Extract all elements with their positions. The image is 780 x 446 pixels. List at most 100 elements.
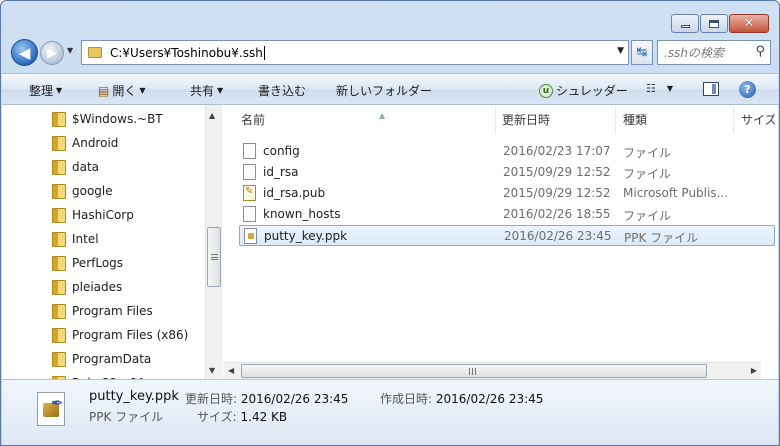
forward-arrow-icon: ▶: [47, 45, 57, 61]
maximize-button[interactable]: [700, 14, 728, 33]
column-header-size[interactable]: サイズ: [741, 111, 775, 131]
column-header-date[interactable]: 更新日時: [502, 111, 550, 131]
tree-item[interactable]: google: [52, 180, 113, 202]
help-button[interactable]: ?: [739, 81, 756, 98]
file-date: 2016/02/26 18:55: [503, 207, 611, 221]
file-type: ファイル: [623, 209, 672, 223]
search-placeholder: .sshの検索: [664, 46, 724, 60]
folder-icon: [52, 255, 66, 271]
address-dropdown-icon[interactable]: ▼: [617, 46, 624, 56]
tree-item[interactable]: Intel: [52, 228, 99, 250]
blank-file-icon: [243, 206, 256, 222]
file-type: PPK ファイル: [624, 231, 699, 245]
preview-pane-button[interactable]: [703, 82, 719, 96]
burn-button[interactable]: 書き込む: [258, 82, 306, 99]
details-modified: 更新日時: 2016/02/26 23:45: [185, 390, 348, 407]
file-row[interactable]: id_rsa 2015/09/29 12:52 ファイル: [239, 162, 775, 183]
blank-file-icon: [243, 164, 256, 180]
file-row[interactable]: putty_key.ppk 2016/02/26 23:45 PPK ファイル: [239, 225, 775, 246]
folder-icon: [88, 47, 102, 58]
caption-buttons: ✕: [671, 14, 769, 33]
file-date: 2016/02/23 17:07: [503, 144, 611, 158]
folder-icon: [52, 351, 66, 367]
tree-item[interactable]: ProgramData: [52, 348, 151, 370]
address-bar[interactable]: C:¥Users¥Toshinobu¥.ssh ▼: [81, 40, 629, 65]
file-row[interactable]: id_rsa.pub 2015/09/29 12:52 Microsoft Publ…: [239, 183, 775, 204]
file-row[interactable]: known_hosts 2016/02/26 18:55 ファイル: [239, 204, 775, 225]
blank-file-icon: [243, 143, 256, 159]
shredder-button[interactable]: u シュレッダー: [539, 82, 628, 99]
details-pane: putty_key.ppk PPK ファイル 更新日時: 2016/02/26 …: [2, 379, 778, 445]
search-icon[interactable]: ⚲: [755, 44, 765, 59]
tree-item-label: google: [72, 184, 113, 198]
tree-item-label: data: [72, 160, 100, 174]
sort-ascending-icon: ▲: [379, 111, 386, 120]
maximize-icon: [709, 19, 719, 28]
search-box[interactable]: .sshの検索 ⚲: [657, 40, 771, 65]
file-type: ファイル: [623, 167, 672, 181]
new-folder-button[interactable]: 新しいフォルダー: [336, 82, 432, 99]
tree-item[interactable]: HashiCorp: [52, 204, 134, 226]
organize-label: 整理: [29, 84, 54, 98]
change-view-button[interactable]: ☷ ▼: [646, 82, 673, 95]
tree-item[interactable]: data: [52, 156, 99, 178]
organize-button[interactable]: 整理 ▼: [29, 82, 62, 99]
tree-item[interactable]: Android: [52, 132, 118, 154]
file-name: putty_key.ppk: [264, 229, 348, 243]
open-icon: ▤: [98, 83, 110, 98]
back-button[interactable]: ◀: [11, 39, 38, 66]
column-divider[interactable]: [615, 107, 616, 133]
scroll-up-arrow[interactable]: ▲: [209, 111, 215, 120]
file-name: config: [263, 144, 300, 158]
folder-icon: [52, 303, 66, 319]
folder-icon: [52, 111, 66, 127]
scroll-left-arrow[interactable]: ◀: [228, 366, 234, 375]
scroll-thumb[interactable]: [241, 364, 707, 378]
details-created: 作成日時: 2016/02/26 23:45: [380, 390, 543, 407]
column-header-type[interactable]: 種類: [623, 111, 647, 131]
scroll-down-arrow[interactable]: ▼: [209, 366, 215, 375]
column-divider[interactable]: [495, 107, 496, 133]
open-label: 開く: [112, 84, 137, 98]
file-horizontal-scrollbar[interactable]: ◀ ▶: [223, 362, 761, 379]
folder-icon: [52, 135, 66, 151]
folder-icon: [52, 183, 66, 199]
tree-item-label: HashiCorp: [72, 208, 134, 222]
tree-item-label: pleiades: [72, 280, 123, 294]
share-button[interactable]: 共有 ▼: [190, 82, 223, 99]
scroll-thumb[interactable]: [207, 227, 221, 287]
minimize-button[interactable]: [671, 14, 699, 33]
forward-button[interactable]: ▶: [40, 41, 64, 65]
close-button[interactable]: ✕: [729, 14, 769, 33]
tree-item[interactable]: PerfLogs: [52, 252, 123, 274]
folder-icon: [52, 279, 66, 295]
tree-item[interactable]: $Windows.~BT: [52, 108, 163, 130]
scroll-right-arrow[interactable]: ▶: [751, 366, 757, 375]
grip-icon: [469, 368, 476, 375]
file-date: 2016/02/26 23:45: [504, 229, 612, 243]
file-type: Microsoft Publis...: [623, 186, 729, 200]
tree-item[interactable]: Program Files (x86): [52, 324, 188, 346]
open-button[interactable]: ▤ 開く ▼: [98, 82, 146, 99]
column-divider[interactable]: [733, 107, 734, 133]
recent-pages-dropdown[interactable]: ▼: [67, 46, 73, 55]
size-label: サイズ:: [197, 410, 237, 424]
details-file-type: PPK ファイル: [89, 410, 164, 424]
column-type-label: 種類: [623, 113, 648, 127]
tree-item-label: PerfLogs: [72, 256, 124, 270]
tree-item[interactable]: pleiades: [52, 276, 122, 298]
column-name-label: 名前: [241, 113, 266, 127]
file-name: id_rsa.pub: [263, 186, 326, 200]
folder-icon: [52, 207, 66, 223]
tree-item[interactable]: Program Files: [52, 300, 153, 322]
address-path[interactable]: C:¥Users¥Toshinobu¥.ssh: [110, 46, 263, 60]
file-row[interactable]: config 2016/02/23 17:07 ファイル: [239, 141, 775, 162]
file-list-pane: 名前 ▲ 更新日時 種類 サイズ config 2016/02/23 17:07 ファ…: [223, 105, 778, 379]
nav-vertical-scrollbar[interactable]: ▲ ▼: [205, 105, 222, 379]
ppk-file-large-icon: [37, 392, 65, 426]
explorer-window: ✕ ◀ ▶ ▼ C:¥Users¥Toshinobu¥.ssh ▼ ↹ .ssh…: [0, 0, 780, 446]
file-name: id_rsa: [263, 165, 299, 179]
publisher-file-icon: [243, 185, 256, 201]
refresh-button[interactable]: ↹: [631, 40, 653, 65]
column-header-name[interactable]: 名前 ▲: [241, 111, 385, 131]
